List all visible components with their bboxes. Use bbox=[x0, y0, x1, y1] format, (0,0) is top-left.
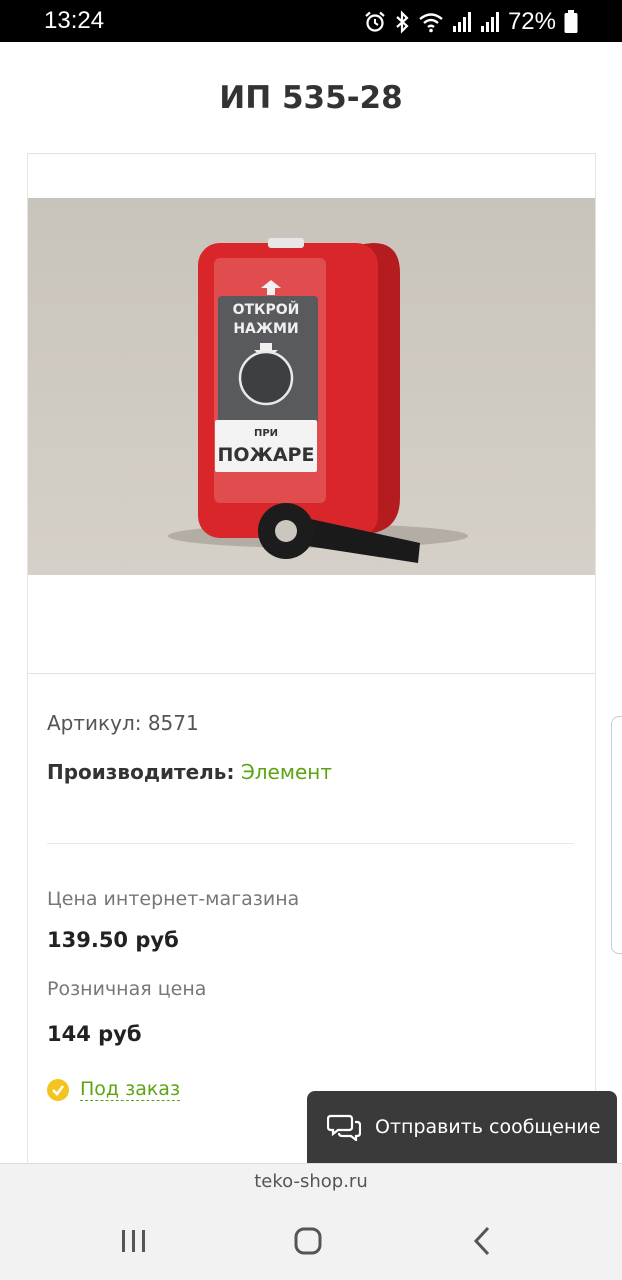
image-label-small: ПРИ bbox=[254, 428, 278, 439]
image-label-middle: НАЖМИ bbox=[233, 321, 298, 337]
wifi-icon bbox=[419, 13, 443, 33]
chat-bubbles-icon bbox=[327, 1114, 361, 1141]
home-icon bbox=[294, 1227, 322, 1255]
alarm-icon bbox=[365, 11, 385, 32]
manufacturer-row: Производитель: Элемент bbox=[47, 760, 332, 784]
price-online: 139.50 руб bbox=[47, 928, 179, 952]
divider bbox=[47, 843, 574, 844]
check-circle-icon bbox=[47, 1078, 69, 1101]
product-image-area: ОТКРОЙ НАЖМИ ПРИ ПОЖАРЕ bbox=[28, 154, 595, 674]
fire-call-point-illustration: ОТКРОЙ НАЖМИ ПРИ ПОЖАРЕ bbox=[28, 198, 595, 575]
image-label-top: ОТКРОЙ bbox=[233, 301, 300, 318]
signal-icon bbox=[480, 12, 499, 32]
recent-apps-button[interactable] bbox=[114, 1221, 154, 1261]
side-panel-handle[interactable] bbox=[611, 716, 622, 954]
product-sku: Артикул: 8571 bbox=[47, 711, 199, 735]
price-retail-label: Розничная цена bbox=[47, 978, 207, 1000]
home-button[interactable] bbox=[288, 1221, 328, 1261]
product-card: ОТКРОЙ НАЖМИ ПРИ ПОЖАРЕ Артикул: 8571 Пр… bbox=[27, 153, 596, 1163]
status-icons: 72% bbox=[364, 8, 578, 36]
status-time: 13:24 bbox=[44, 7, 105, 34]
back-button[interactable] bbox=[462, 1221, 502, 1261]
bluetooth-icon bbox=[396, 10, 409, 34]
manufacturer-link[interactable]: Элемент bbox=[241, 760, 332, 784]
price-online-label: Цена интернет-магазина bbox=[47, 888, 300, 910]
browser-url-bar[interactable]: teko-shop.ru bbox=[0, 1163, 622, 1201]
product-image[interactable]: ОТКРОЙ НАЖМИ ПРИ ПОЖАРЕ bbox=[28, 198, 595, 575]
availability: Под заказ bbox=[47, 1078, 181, 1101]
send-message-label: Отправить сообщение bbox=[375, 1116, 601, 1138]
signal-icon bbox=[452, 12, 471, 32]
price-retail: 144 руб bbox=[47, 1022, 142, 1046]
image-label-big: ПОЖАРЕ bbox=[218, 444, 315, 466]
battery-percent: 72% bbox=[507, 8, 556, 35]
availability-link[interactable]: Под заказ bbox=[80, 1078, 181, 1101]
recent-apps-icon bbox=[122, 1230, 145, 1252]
back-icon bbox=[473, 1226, 490, 1256]
page-title: ИП 535-28 bbox=[219, 80, 403, 116]
status-bar: 13:24 72% bbox=[0, 0, 622, 42]
system-nav-bar bbox=[0, 1201, 622, 1280]
manufacturer-label: Производитель: bbox=[47, 760, 235, 784]
send-message-button[interactable]: Отправить сообщение bbox=[307, 1091, 617, 1163]
url-text: teko-shop.ru bbox=[254, 1171, 368, 1192]
battery-icon bbox=[564, 10, 578, 33]
